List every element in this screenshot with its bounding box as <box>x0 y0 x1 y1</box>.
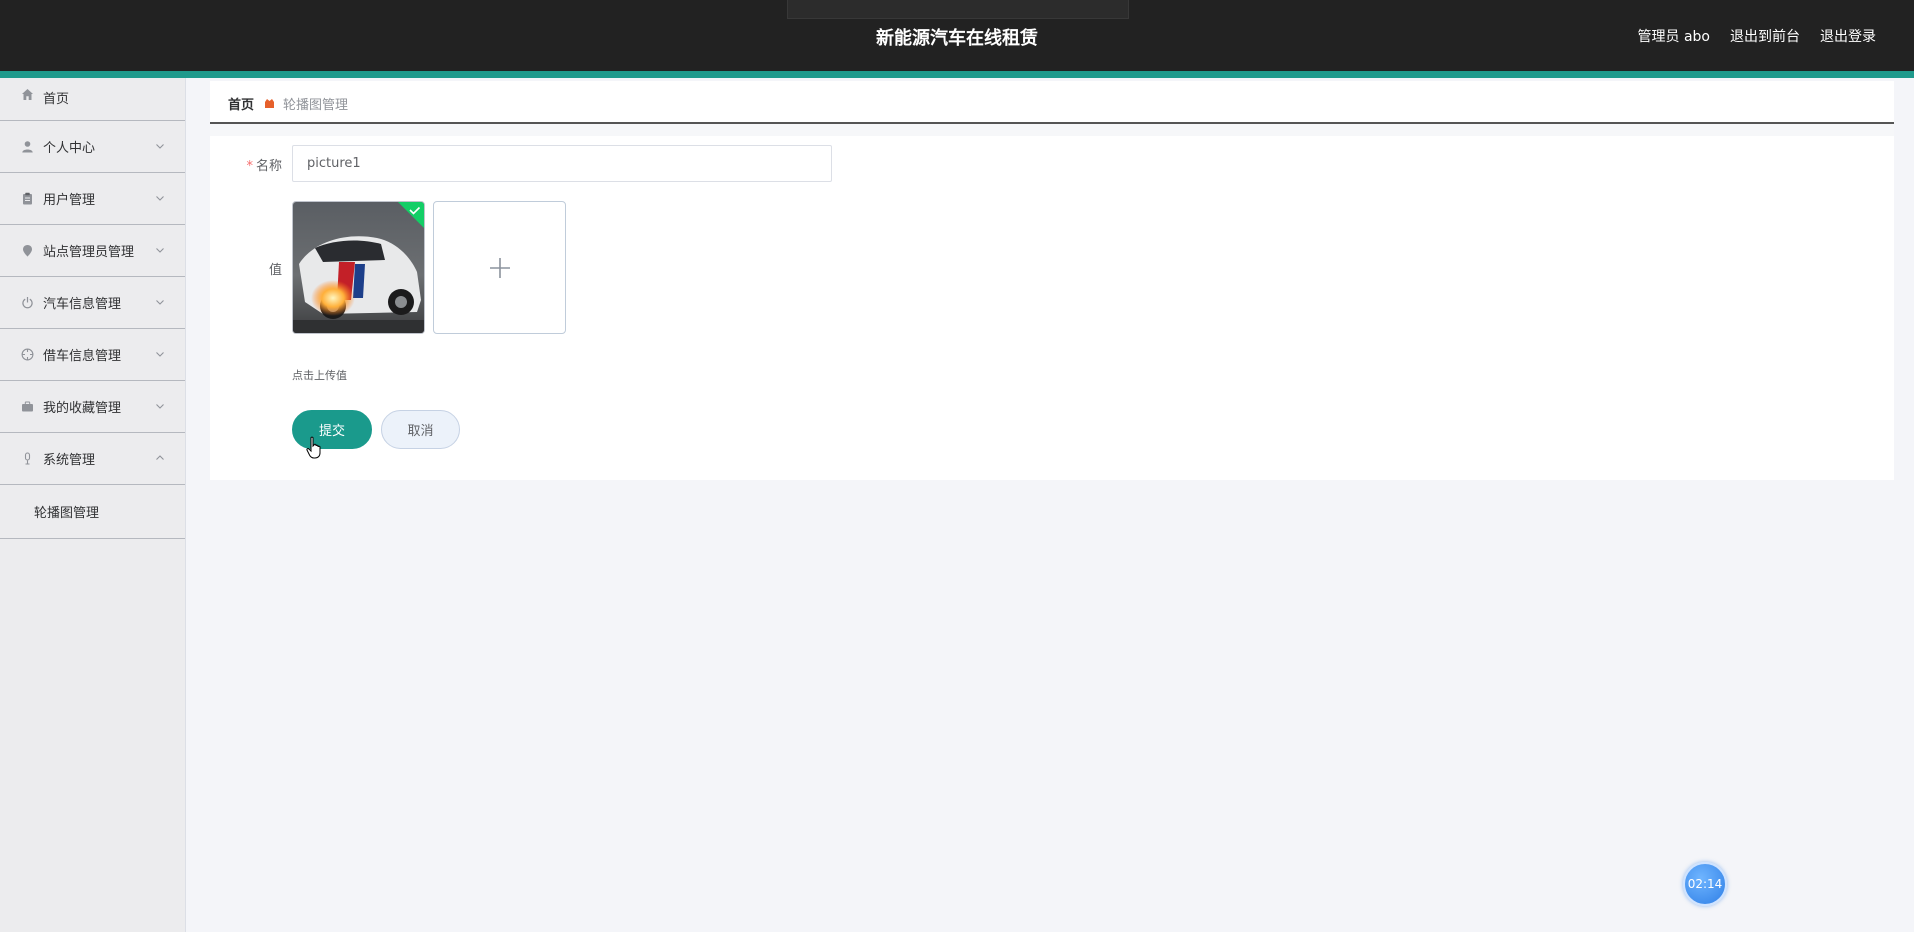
name-input[interactable] <box>292 145 832 182</box>
sidebar-item-home[interactable]: 首页 <box>0 78 185 121</box>
sidebar-subitem-carousel[interactable]: 轮播图管理 <box>0 485 185 539</box>
sidebar-item-users[interactable]: 用户管理 <box>0 173 185 225</box>
sidebar-item-car-info[interactable]: 汽车信息管理 <box>0 277 185 329</box>
chevron-up-icon <box>156 454 164 460</box>
chevron-down-icon <box>156 403 164 409</box>
sidebar-item-site-admins[interactable]: 站点管理员管理 <box>0 225 185 277</box>
header-links: 管理员 abo 退出到前台 退出登录 <box>1638 26 1876 46</box>
sidebar: 首页 个人中心 用户管理 站点管理员管理 汽车信息管理 借车信息管理 我的收藏管… <box>0 78 186 932</box>
plus-icon <box>489 257 510 278</box>
floating-timer-badge[interactable]: 02:14 <box>1683 862 1727 906</box>
breadcrumb-current: 轮播图管理 <box>283 98 349 113</box>
upload-success-check-icon <box>398 202 424 228</box>
required-mark: * <box>246 159 253 174</box>
panel-shade <box>210 124 1894 136</box>
submit-button[interactable]: 提交 <box>292 410 372 449</box>
content-panel: 首页 轮播图管理 *名称 值 <box>210 81 1894 480</box>
chevron-down-icon <box>156 351 164 357</box>
sidebar-item-borrow-info[interactable]: 借车信息管理 <box>0 329 185 381</box>
header-accent-bar <box>0 71 1914 78</box>
sidebar-item-label: 用户管理 <box>43 193 96 208</box>
upload-tip: 点击上传值 <box>292 369 347 382</box>
chevron-down-icon <box>156 143 164 149</box>
breadcrumb: 首页 轮播图管理 <box>228 94 348 113</box>
location-pin-icon <box>21 244 34 257</box>
sidebar-item-profile[interactable]: 个人中心 <box>0 121 185 173</box>
admin-user-link[interactable]: 管理员 abo <box>1638 26 1710 46</box>
sidebar-item-label: 站点管理员管理 <box>43 245 135 260</box>
compass-icon <box>21 348 34 361</box>
value-label: 值 <box>268 263 282 278</box>
uploaded-image-thumbnail[interactable] <box>292 201 425 334</box>
sidebar-item-favorites[interactable]: 我的收藏管理 <box>0 381 185 433</box>
cancel-button[interactable]: 取消 <box>381 410 460 449</box>
site-title: 新能源汽车在线租赁 <box>876 28 1038 49</box>
user-icon <box>21 140 34 153</box>
sidebar-item-label: 首页 <box>43 92 70 107</box>
sidebar-item-label: 借车信息管理 <box>43 349 122 364</box>
chevron-down-icon <box>156 195 164 201</box>
sidebar-item-label: 我的收藏管理 <box>43 401 122 416</box>
chevron-down-icon <box>156 247 164 253</box>
top-header: 新能源汽车在线租赁 管理员 abo 退出到前台 退出登录 <box>0 0 1914 71</box>
sidebar-item-label: 系统管理 <box>43 453 96 468</box>
sidebar-item-system[interactable]: 系统管理 <box>0 433 185 485</box>
image-upload-button[interactable] <box>433 201 566 334</box>
breadcrumb-separator-icon <box>264 98 275 109</box>
logout-link[interactable]: 退出登录 <box>1820 26 1876 46</box>
sidebar-item-label: 汽车信息管理 <box>43 297 122 312</box>
briefcase-icon <box>21 400 34 413</box>
chevron-down-icon <box>156 299 164 305</box>
back-to-frontend-link[interactable]: 退出到前台 <box>1730 26 1800 46</box>
microphone-icon <box>21 452 34 465</box>
sidebar-item-label: 个人中心 <box>43 141 96 156</box>
clipboard-icon <box>21 192 34 205</box>
power-icon <box>21 296 34 309</box>
breadcrumb-home[interactable]: 首页 <box>228 94 254 113</box>
name-label-text: 名称 <box>255 159 282 174</box>
home-icon <box>21 88 34 101</box>
name-label: * 名称 <box>210 155 282 174</box>
toast-remnant <box>787 0 1129 19</box>
